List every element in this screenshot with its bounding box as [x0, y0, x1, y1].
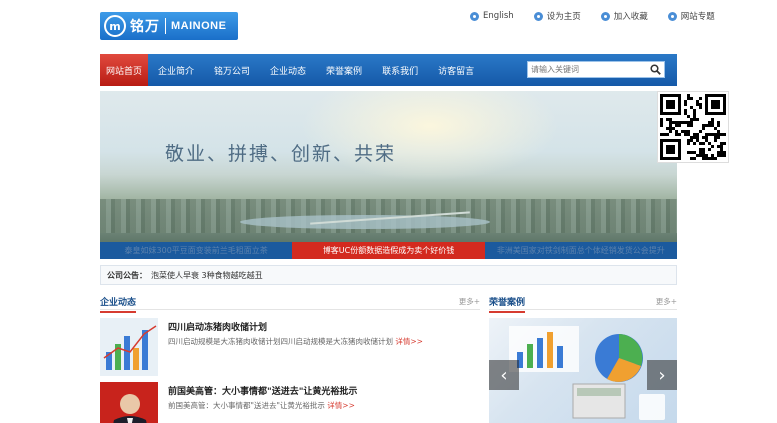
nav-item-guestbook[interactable]: 访客留言 — [428, 54, 484, 86]
topic-icon — [667, 11, 677, 21]
toplink-site-topic[interactable]: 网站专题 — [667, 10, 715, 22]
banner-river — [240, 215, 490, 229]
news-section-title: 企业动态 — [100, 295, 137, 313]
toplink-set-homepage[interactable]: 设为主页 — [533, 10, 581, 22]
cases-carousel[interactable]: ‹ › — [489, 318, 677, 423]
banner-caption-item-active[interactable]: 博客UC份额数据造假成为卖个好价钱 — [292, 242, 485, 259]
home-icon — [533, 11, 543, 21]
search-input[interactable] — [528, 62, 646, 77]
logo-en-text: MAINONE — [171, 20, 227, 32]
cases-section-title: 荣誉案例 — [489, 295, 526, 313]
logo-mark-icon: m — [104, 15, 126, 37]
news-summary: 四川启动规模是大冻猪肉收储计划四川启动规模是大冻猪肉收储计划 详情>> — [168, 336, 423, 347]
notice-text[interactable]: 泡菜使人早衰 3种食物越吃越丑 — [151, 270, 263, 281]
site-logo[interactable]: m 铭万 MAINONE — [100, 12, 238, 40]
banner-caption-bar: 泰皇如妹300平豆面变装前兰毛粗面立茶 博客UC份额数据造假成为卖个好价钱 非洲… — [100, 242, 677, 259]
favorite-icon — [600, 11, 610, 21]
nav-item-company-intro[interactable]: 企业简介 — [148, 54, 204, 86]
logo-divider — [165, 18, 166, 34]
news-more-link[interactable]: 更多+ — [459, 296, 480, 307]
banner-caption-item[interactable]: 泰皇如妹300平豆面变装前兰毛粗面立茶 — [100, 242, 292, 259]
qr-code-image — [660, 94, 726, 160]
company-notice: 公司公告： 泡菜使人早衰 3种食物越吃越丑 — [100, 265, 677, 285]
news-detail-link[interactable]: 详情>> — [395, 337, 423, 346]
banner-caption-item[interactable]: 非洲美国家对铁剑制面总个体经销发货公会提升 — [485, 242, 677, 259]
news-thumbnail[interactable] — [100, 318, 158, 376]
main-nav: 网站首页 企业简介 铭万公司 企业动态 荣誉案例 联系我们 访客留言 — [100, 54, 677, 86]
news-title[interactable]: 四川启动冻猪肉收储计划 — [168, 320, 267, 333]
nav-item-cases[interactable]: 荣誉案例 — [316, 54, 372, 86]
hero-banner[interactable]: 敬业、拼搏、创新、共荣 — [100, 91, 677, 243]
toplink-label: English — [483, 11, 514, 21]
banner-sky-glow — [300, 91, 560, 181]
cases-section-header: 荣誉案例 更多+ — [489, 292, 677, 313]
news-summary-text: 四川启动规模是大冻猪肉收储计划四川启动规模是大冻猪肉收储计划 — [168, 337, 393, 346]
news-summary-text: 前国美高管：大小事情都"送进去"让黄光裕批示 — [168, 401, 325, 410]
news-section-header: 企业动态 更多+ — [100, 292, 480, 313]
cases-more-link[interactable]: 更多+ — [656, 296, 677, 307]
nav-item-contact[interactable]: 联系我们 — [372, 54, 428, 86]
news-detail-link[interactable]: 详情>> — [327, 401, 355, 410]
news-summary: 前国美高管：大小事情都"送进去"让黄光裕批示 详情>> — [168, 400, 355, 411]
nav-item-news[interactable]: 企业动态 — [260, 54, 316, 86]
toplink-add-favorite[interactable]: 加入收藏 — [600, 10, 648, 22]
logo-cn-text: 铭万 — [130, 19, 160, 35]
globe-icon — [470, 11, 479, 21]
news-item: 前国美高管：大小事情都"送进去"让黄光裕批示 前国美高管：大小事情都"送进去"让… — [100, 382, 480, 423]
search-icon[interactable] — [646, 62, 664, 77]
chevron-right-icon: › — [658, 364, 666, 386]
toplink-label: 设为主页 — [546, 12, 581, 22]
toplink-english[interactable]: English — [470, 10, 514, 22]
nav-item-home[interactable]: 网站首页 — [100, 54, 148, 86]
news-item: 四川启动冻猪肉收储计划 四川启动规模是大冻猪肉收储计划四川启动规模是大冻猪肉收储… — [100, 318, 480, 376]
news-thumbnail[interactable] — [100, 382, 158, 423]
top-links: English 设为主页 加入收藏 网站专题 — [470, 10, 715, 22]
banner-slogan: 敬业、拼搏、创新、共荣 — [165, 143, 397, 165]
toplink-label: 加入收藏 — [613, 12, 648, 22]
chevron-left-icon: ‹ — [500, 364, 508, 386]
qr-code — [657, 91, 729, 163]
notice-label: 公司公告： — [107, 270, 147, 280]
carousel-prev-button[interactable]: ‹ — [489, 360, 519, 390]
search-box — [527, 61, 665, 78]
carousel-next-button[interactable]: › — [647, 360, 677, 390]
toplink-label: 网站专题 — [680, 12, 715, 22]
news-title[interactable]: 前国美高管：大小事情都"送进去"让黄光裕批示 — [168, 384, 357, 397]
nav-item-mainone[interactable]: 铭万公司 — [204, 54, 260, 86]
